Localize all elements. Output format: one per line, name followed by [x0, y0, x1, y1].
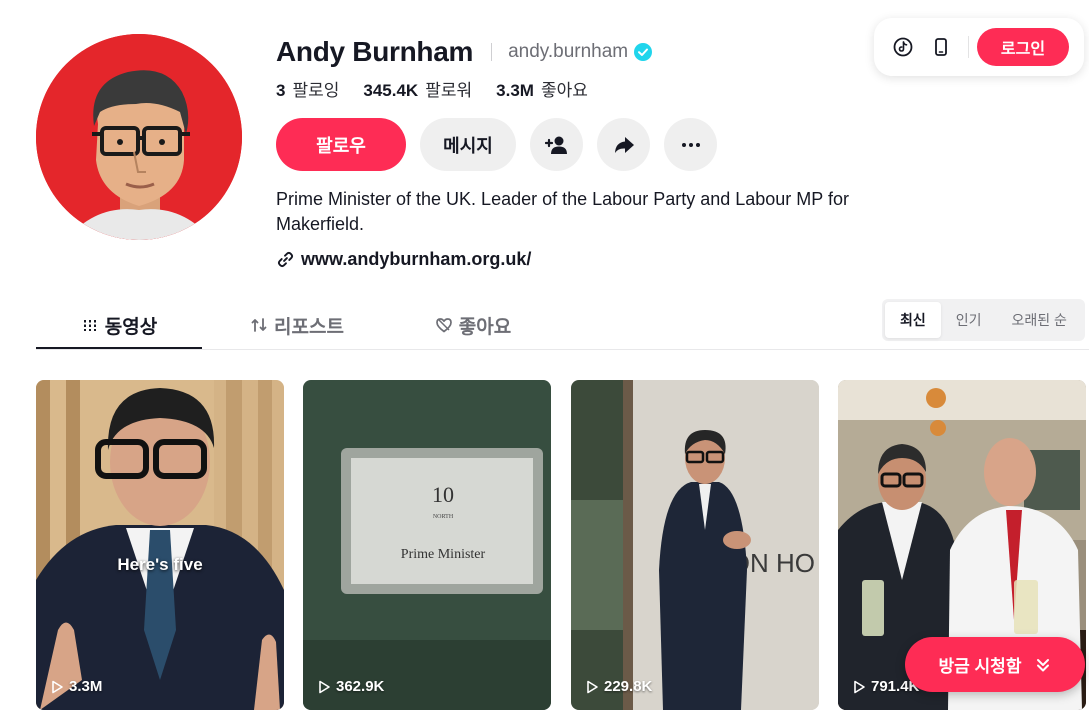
play-icon: [587, 680, 598, 693]
stat-label: 팔로잉: [292, 81, 340, 100]
tab-videos[interactable]: 동영상: [36, 300, 202, 350]
sort-oldest[interactable]: 오래된 순: [997, 302, 1082, 338]
play-icon: [52, 680, 63, 693]
video-view-count: 3.3M: [50, 678, 102, 695]
sign-title: Prime Minister: [401, 547, 486, 562]
video-thumbnail: 10 NORTH Prime Minister: [303, 380, 551, 710]
add-user-icon: [544, 136, 567, 154]
more-icon: [681, 142, 700, 147]
sign-subtitle: NORTH: [433, 514, 454, 520]
username: andy.burnham: [508, 41, 629, 62]
video-card[interactable]: Here's five 3.3M: [36, 380, 284, 710]
tiktok-icon: [893, 37, 913, 57]
profile-bio: Prime Minister of the UK. Leader of the …: [276, 189, 849, 234]
tab-label: 리포스트: [274, 316, 344, 338]
display-name: Andy Burnham: [276, 36, 474, 67]
stat-label: 팔로워: [425, 81, 473, 100]
stat-value: 3: [276, 81, 286, 100]
tab-label: 동영상: [104, 316, 158, 338]
sort-latest[interactable]: 최신: [885, 302, 941, 338]
profile-actions: 팔로우 메시지: [276, 118, 717, 171]
phone-icon: [935, 38, 947, 56]
video-view-count: 362.9K: [317, 678, 384, 695]
add-friend-button[interactable]: [530, 118, 583, 171]
video-card[interactable]: 10 NORTH Prime Minister 362.9K: [303, 380, 551, 710]
stat-followers[interactable]: 345.4K 팔로워: [363, 76, 472, 101]
heart-icon: [435, 318, 452, 333]
toolbar-divider: [968, 36, 969, 58]
follow-button[interactable]: 팔로우: [276, 118, 406, 171]
views-text: 229.8K: [604, 678, 653, 695]
video-thumbnail: [36, 380, 284, 710]
sort-selector: 최신 인기 오래된 순: [882, 299, 1085, 341]
share-button[interactable]: [597, 118, 650, 171]
profile-name-row: Andy Burnham andy.burnham: [276, 34, 653, 70]
views-text: 3.3M: [69, 678, 103, 695]
verified-badge-icon: [634, 43, 653, 61]
active-tab-indicator: [36, 347, 202, 349]
repost-icon: [251, 318, 267, 332]
name-divider: [491, 43, 493, 61]
play-icon: [854, 680, 865, 693]
grid-icon: [83, 320, 96, 331]
video-view-count: 229.8K: [585, 678, 652, 695]
watching-now-label: 방금 시청함: [938, 657, 1022, 676]
video-card[interactable]: RON HO 229.8K: [571, 380, 819, 710]
avatar-illustration: [36, 34, 242, 240]
chevron-double-down-icon: [1037, 658, 1050, 671]
profile-avatar[interactable]: [36, 34, 242, 240]
profile-link[interactable]: www.andyburnham.org.uk/: [276, 249, 531, 270]
video-thumbnail: RON HO: [571, 380, 819, 710]
play-icon: [319, 680, 330, 693]
login-button[interactable]: 로그인: [977, 28, 1069, 66]
sort-popular[interactable]: 인기: [941, 302, 997, 338]
profile-link-text[interactable]: www.andyburnham.org.uk/: [301, 249, 531, 270]
video-caption: Here's five: [117, 555, 203, 574]
link-icon: [277, 251, 294, 268]
tab-likes[interactable]: 좋아요: [418, 300, 528, 350]
top-right-toolbar: 로그인: [874, 18, 1084, 76]
share-icon: [614, 136, 634, 153]
stat-likes: 3.3M 좋아요: [496, 76, 588, 101]
message-button[interactable]: 메시지: [420, 118, 516, 171]
stat-value: 3.3M: [496, 81, 534, 100]
stat-label: 좋아요: [540, 81, 588, 100]
stat-value: 345.4K: [363, 81, 419, 100]
mobile-app-button[interactable]: [922, 28, 960, 66]
tab-label: 좋아요: [458, 316, 512, 338]
views-text: 362.9K: [336, 678, 385, 695]
watching-now-button[interactable]: 방금 시청함: [905, 637, 1085, 692]
tab-reposts[interactable]: 리포스트: [232, 300, 362, 350]
sign-number: 10: [432, 482, 454, 507]
more-options-button[interactable]: [664, 118, 717, 171]
stat-following[interactable]: 3 팔로잉: [276, 76, 339, 101]
tiktok-button[interactable]: [884, 28, 922, 66]
profile-stats: 3 팔로잉 345.4K 팔로워 3.3M 좋아요: [276, 76, 612, 101]
